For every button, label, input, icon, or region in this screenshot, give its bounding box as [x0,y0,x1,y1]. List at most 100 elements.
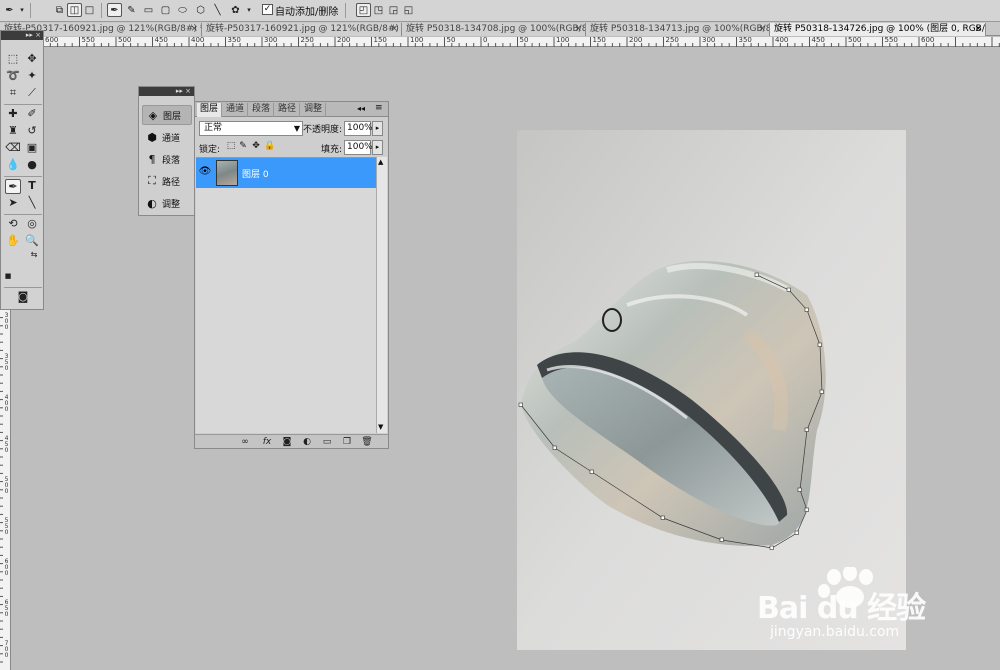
opacity-input[interactable]: 100% [344,121,373,136]
collapse-icon[interactable]: ◂◂ [357,104,365,113]
hand-icon[interactable]: ✋ [5,234,21,249]
fill-slider-icon[interactable]: ▸ [372,140,383,155]
3d-orbit-icon[interactable]: ◎ [24,217,40,232]
eye-icon[interactable]: 👁 [198,166,212,180]
dock-item-paths[interactable]: ⛶ 路径 [142,171,192,191]
custom-shape-icon[interactable]: ✿ [228,3,243,17]
close-icon[interactable]: × [574,23,582,35]
layers-icon: ◈ [148,108,158,122]
gradient-icon[interactable]: ▣ [24,141,40,156]
crop-icon[interactable]: ⌗ [5,86,21,101]
panel-menu-icon[interactable]: ≡ [375,103,383,113]
pen-icon[interactable]: ✒ [107,3,122,17]
new-layer-icon[interactable]: ❐ [341,436,353,448]
rounded-rectangle-icon[interactable]: ▢ [158,3,173,17]
ellipse-icon[interactable]: ⬭ [175,3,190,17]
tab-paths[interactable]: 路径 [275,103,301,117]
doc-tab[interactable]: 旋转-P50317-160921.jpg @ 121%(RGB/8#) * × [202,23,402,36]
adjustments-icon: ◐ [147,196,157,210]
blur-icon[interactable]: 💧 [5,158,21,173]
default-colors-icon[interactable]: ■ [4,272,12,280]
layer-row[interactable]: 👁 图层 0 [196,158,376,188]
type-tool-icon[interactable]: T [24,179,40,194]
eyedropper-icon[interactable]: ⟋ [24,86,40,101]
shape-dropdown-icon[interactable]: ▾ [244,3,254,17]
exclude-path-icon[interactable]: ◱ [401,3,416,17]
layer-list-scrollbar[interactable]: ▲ ▼ [376,157,387,433]
lock-all-icon[interactable]: 🔒 [264,141,275,152]
clone-stamp-icon[interactable]: ♜ [5,124,21,139]
layer-name[interactable]: 图层 0 [242,167,269,180]
doc-tab[interactable]: 旋转 P50318-134713.jpg @ 100%(RGB/8) × [586,23,770,36]
history-brush-icon[interactable]: ↺ [24,124,40,139]
dock-item-layers[interactable]: ◈ 图层 [142,105,192,125]
tools-panel-header[interactable]: ▸▸ × [1,31,43,40]
divider [345,3,346,18]
swap-colors-icon[interactable]: ⇆ [29,250,39,260]
paths-mode-icon[interactable]: ◫ [67,3,82,17]
dodge-icon[interactable]: ● [24,158,40,173]
dock-item-adjustments[interactable]: ◐ 调整 [142,193,192,213]
close-icon[interactable]: × [758,23,766,35]
quick-mask-icon[interactable]: ◙ [15,290,31,305]
zoom-icon[interactable]: 🔍 [24,234,40,249]
tab-adjustments[interactable]: 调整 [301,103,327,117]
magic-wand-icon[interactable]: ✦ [24,69,40,84]
close-icon[interactable]: × [190,23,198,35]
lock-position-icon[interactable]: ✥ [251,141,261,152]
pen-tool-preset-icon[interactable]: ✒ [2,3,17,17]
freeform-pen-icon[interactable]: ✎ [124,3,139,17]
dock-item-channels[interactable]: ⬢ 通道 [142,127,192,147]
opacity-slider-icon[interactable]: ▸ [372,121,383,136]
adjustment-layer-icon[interactable]: ◐ [301,436,313,448]
close-icon[interactable]: × [974,23,982,35]
fill-input[interactable]: 100% [344,140,373,155]
polygon-icon[interactable]: ⬡ [193,3,208,17]
healing-brush-icon[interactable]: ✚ [5,107,21,122]
lock-transparency-icon[interactable]: ⬚ [226,141,236,152]
path-selection-icon[interactable]: ➤ [5,196,21,211]
subtract-path-icon[interactable]: ◳ [371,3,386,17]
dock-item-paragraph[interactable]: ¶ 段落 [142,149,192,169]
scroll-down-icon[interactable]: ▼ [378,423,383,431]
pen-tool-icon[interactable]: ✒ [5,179,21,194]
document-tab-bar: 旋转-P50317-160921.jpg @ 121%(RGB/8#) * × 旋… [0,22,1000,36]
eraser-icon[interactable]: ⌫ [5,141,21,156]
doc-tab-label: 旋转 P50318-134713.jpg @ 100%(RGB/8) [590,24,770,34]
line-icon[interactable]: ╲ [210,3,225,17]
link-layers-icon[interactable]: ∞ [239,436,251,448]
tab-layers[interactable]: 图层 [197,103,223,117]
move-icon[interactable]: ✥ [24,52,40,67]
fill-pixels-icon[interactable]: □ [82,3,97,17]
divider [101,3,102,18]
blend-mode-select[interactable]: 正常 ▼ [199,121,303,136]
opacity-label: 不透明度: [303,125,343,135]
layers-panel-tabs: 图层 通道 段落 路径 调整 ◂◂ ≡ [195,102,388,117]
shape-layers-icon[interactable]: ⧉ [52,3,67,17]
panel-dock-header[interactable]: ▸▸ × [139,87,194,96]
add-to-path-icon[interactable]: ◰ [356,3,371,17]
add-mask-icon[interactable]: ◙ [281,436,293,448]
line-tool-icon[interactable]: ╲ [24,196,40,211]
fx-icon[interactable]: fx [261,436,273,448]
tab-paragraph[interactable]: 段落 [249,103,275,117]
brush-icon[interactable]: ✐ [24,107,40,122]
auto-add-delete-checkbox[interactable]: ✓ [262,4,273,15]
blend-mode-value: 正常 [204,123,223,133]
close-icon[interactable]: × [390,23,398,35]
ruler-label: 650 [4,599,9,618]
intersect-path-icon[interactable]: ◲ [386,3,401,17]
3d-rotate-icon[interactable]: ⟲ [5,217,21,232]
lasso-icon[interactable]: ➰ [5,69,21,84]
preset-dropdown-icon[interactable]: ▾ [17,3,27,17]
new-group-icon[interactable]: ▭ [321,436,333,448]
doc-tab[interactable]: 旋转 P50318-134708.jpg @ 100%(RGB/8) × [402,23,586,36]
delete-layer-icon[interactable]: 🗑 [361,436,373,448]
rectangle-icon[interactable]: ▭ [141,3,156,17]
marquee-icon[interactable]: ⬚ [5,52,21,67]
tab-channels[interactable]: 通道 [223,103,249,117]
scroll-up-icon[interactable]: ▲ [378,158,383,166]
ruler-label: 350 [4,353,9,372]
doc-tab-active[interactable]: 旋转 P50318-134726.jpg @ 100% (图层 0, RGB/8… [770,23,986,36]
lock-pixels-icon[interactable]: ✎ [238,141,248,152]
